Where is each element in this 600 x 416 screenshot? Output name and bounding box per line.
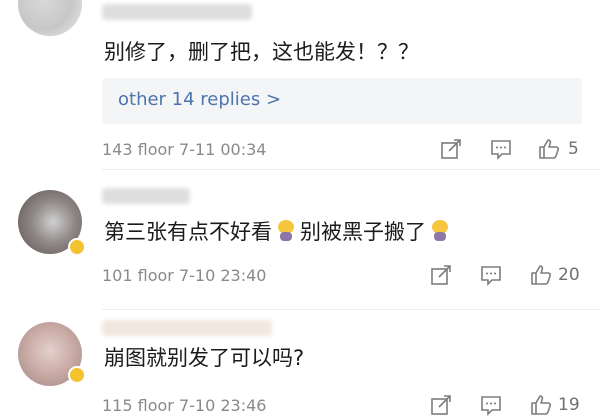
emoji-icon: [276, 220, 296, 242]
comment-icon[interactable]: [480, 264, 502, 286]
floor-number: 143 floor: [102, 140, 174, 159]
comment-item: 第三张有点不好看 别被黑子搬了 101 floor 7-10 23:40 20: [0, 170, 600, 310]
more-replies-link[interactable]: other 14 replies >: [118, 89, 281, 110]
comment-item: 崩图就别发了可以吗? 115 floor 7-10 23:46 19: [0, 310, 600, 416]
like-icon[interactable]: [530, 264, 552, 286]
comment-text: 第三张有点不好看 别被黑子搬了: [104, 218, 454, 246]
comment-icon[interactable]: [490, 138, 512, 160]
comment-time: 7-10 23:46: [178, 396, 267, 415]
vip-badge: [68, 366, 86, 384]
like-count: 19: [558, 395, 580, 415]
comment-item: 别修了，删了把，这也能发！？？ other 14 replies > 143 f…: [0, 0, 600, 170]
comment-time: 7-11 00:34: [178, 140, 267, 159]
replies-box[interactable]: other 14 replies >: [102, 78, 582, 124]
floor-number: 115 floor: [102, 396, 174, 415]
comment-text-part: 第三张有点不好看: [104, 220, 272, 244]
like-icon[interactable]: [530, 394, 552, 416]
comment-meta: 143 floor 7-11 00:34: [102, 140, 266, 159]
like-count: 5: [568, 139, 579, 159]
username-blurred[interactable]: [102, 4, 252, 20]
comment-meta: 115 floor 7-10 23:46: [102, 396, 266, 415]
comment-text-part: 别被黑子搬了: [300, 220, 426, 244]
comment-text: 别修了，删了把，这也能发！？？: [104, 40, 419, 64]
share-icon[interactable]: [430, 394, 452, 416]
comment-icon[interactable]: [480, 394, 502, 416]
comment-meta: 101 floor 7-10 23:40: [102, 266, 266, 285]
like-icon[interactable]: [538, 138, 560, 160]
vip-badge: [68, 238, 86, 256]
share-icon[interactable]: [440, 138, 462, 160]
floor-number: 101 floor: [102, 266, 174, 285]
avatar[interactable]: [18, 0, 82, 36]
like-count: 20: [558, 265, 580, 285]
emoji-icon: [430, 220, 450, 242]
username-blurred[interactable]: [102, 320, 272, 336]
comment-text: 崩图就别发了可以吗?: [104, 346, 305, 370]
comment-time: 7-10 23:40: [178, 266, 267, 285]
share-icon[interactable]: [430, 264, 452, 286]
username-blurred[interactable]: [102, 188, 190, 204]
